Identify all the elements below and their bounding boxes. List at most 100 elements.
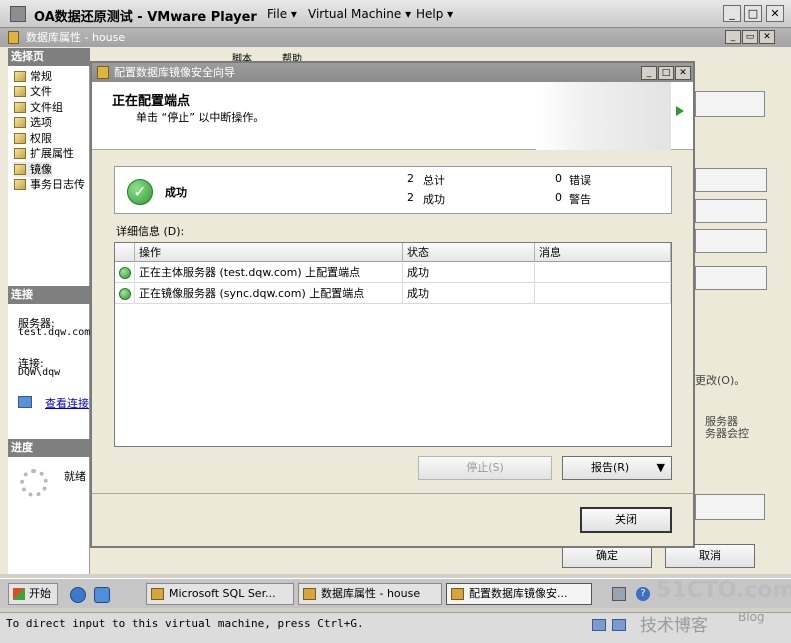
dialog-title-bar: 配置数据库镜像安全向导 xyxy=(92,63,693,82)
column-status[interactable]: 状态 xyxy=(403,243,535,262)
column-message[interactable]: 消息 xyxy=(535,243,671,262)
success-check-icon: ✓ xyxy=(127,179,153,205)
grid-icon-header xyxy=(115,243,135,262)
taskbar-item-db-properties[interactable]: 数据库属性 - house xyxy=(298,583,442,605)
properties-title-bar: 数据库属性 - house xyxy=(0,28,791,47)
error-label: 错误 xyxy=(569,174,591,187)
props-minimize-icon[interactable]: _ xyxy=(725,30,741,44)
right-text-1: 更改(O)。 xyxy=(695,374,746,387)
maximize-icon[interactable]: □ xyxy=(744,5,762,22)
row-status: 成功 xyxy=(403,284,535,304)
details-label: 详细信息 (D): xyxy=(116,225,185,238)
column-action[interactable]: 操作 xyxy=(135,243,403,262)
watermark-site: 51CTO.com xyxy=(656,578,791,603)
nav-item-log-shipping[interactable]: 事务日志传 xyxy=(14,177,90,192)
right-button-6[interactable] xyxy=(695,494,765,520)
vmware-window-title: OA数据还原测试 - VMware Player xyxy=(34,10,257,25)
close-icon[interactable]: ✕ xyxy=(766,5,784,22)
dialog-subheading: 单击 “停止” 以中断操作。 xyxy=(136,111,265,124)
page-icon xyxy=(14,164,26,175)
row-action: 正在镜像服务器 (sync.dqw.com) 上配置端点 xyxy=(135,284,403,304)
explorer-icon[interactable] xyxy=(94,587,110,603)
table-row[interactable]: 正在主体服务器 (test.dqw.com) 上配置端点 成功 xyxy=(115,263,671,283)
report-button[interactable]: 报告(R) ▼ xyxy=(562,456,672,480)
status-text: To direct input to this virtual machine,… xyxy=(6,617,364,630)
watermark-blog: Blog xyxy=(738,610,765,624)
row-message xyxy=(535,263,671,283)
progress-header: 进度 xyxy=(8,439,90,457)
menu-help[interactable]: Help ▾ xyxy=(416,7,453,21)
taskbar-item-wizard[interactable]: 配置数据库镜像安... xyxy=(446,583,592,605)
details-grid: 操作 状态 消息 正在主体服务器 (test.dqw.com) 上配置端点 成功… xyxy=(114,242,672,447)
ie-icon[interactable] xyxy=(70,587,86,603)
watermark-sub: 技术博客 xyxy=(640,616,708,636)
view-connection-link[interactable]: 查看连接 xyxy=(45,395,89,411)
props-close-icon[interactable]: ✕ xyxy=(759,30,775,44)
page-icon xyxy=(14,133,26,144)
device-icon[interactable] xyxy=(612,619,626,631)
menu-file[interactable]: File ▾ xyxy=(267,7,297,21)
right-button-1[interactable] xyxy=(695,91,765,117)
warning-label: 警告 xyxy=(569,193,591,206)
page-icon xyxy=(14,117,26,128)
nav-item-general[interactable]: 常规 xyxy=(14,69,52,84)
warning-count: 0 xyxy=(555,191,562,204)
nav-item-extended-properties[interactable]: 扩展属性 xyxy=(14,146,74,161)
progress-spinner-icon xyxy=(20,469,48,497)
success-count: 2 xyxy=(407,191,414,204)
tray-help-icon[interactable]: ? xyxy=(636,587,650,601)
error-count: 0 xyxy=(555,172,562,185)
right-text-3: 务器会控 xyxy=(705,427,749,440)
dialog-title: 配置数据库镜像安全向导 xyxy=(114,66,235,79)
nav-item-filegroups[interactable]: 文件组 xyxy=(14,100,63,115)
minimize-icon[interactable]: _ xyxy=(723,5,741,22)
close-button[interactable]: 关闭 xyxy=(580,507,672,533)
server-value: test.dqw.com xyxy=(18,327,91,338)
connection-properties-icon xyxy=(18,396,32,408)
nav-item-files[interactable]: 文件 xyxy=(14,84,52,99)
nav-item-mirroring[interactable]: 镜像 xyxy=(14,162,52,177)
dialog-heading: 正在配置端点 xyxy=(112,94,191,109)
right-button-3[interactable] xyxy=(695,199,767,223)
connection-value: DQW\dqw xyxy=(18,367,61,378)
page-icon xyxy=(14,148,26,159)
row-status: 成功 xyxy=(403,263,535,283)
start-button[interactable]: 开始 xyxy=(8,583,58,605)
dialog-header: 正在配置端点 单击 “停止” 以中断操作。 xyxy=(92,82,693,150)
dialog-minimize-icon[interactable]: _ xyxy=(641,66,657,80)
select-page-header: 选择页 xyxy=(8,48,90,66)
play-arrow-icon xyxy=(676,106,684,116)
right-button-2[interactable] xyxy=(695,168,767,192)
dialog-close-icon[interactable]: ✕ xyxy=(675,66,691,80)
props-restore-icon[interactable]: ▭ xyxy=(742,30,758,44)
page-icon xyxy=(14,179,26,190)
connection-header: 连接 xyxy=(8,286,90,304)
table-row[interactable]: 正在镜像服务器 (sync.dqw.com) 上配置端点 成功 xyxy=(115,284,671,304)
taskbar-item-sql[interactable]: Microsoft SQL Ser... xyxy=(146,583,294,605)
row-message xyxy=(535,284,671,304)
nav-item-permissions[interactable]: 权限 xyxy=(14,131,52,146)
properties-title: 数据库属性 - house xyxy=(26,31,126,44)
chevron-down-icon: ▼ xyxy=(656,461,665,474)
row-action: 正在主体服务器 (test.dqw.com) 上配置端点 xyxy=(135,263,403,283)
nav-item-options[interactable]: 选项 xyxy=(14,115,52,130)
wizard-icon xyxy=(97,66,109,79)
footer-divider xyxy=(92,493,693,494)
right-button-4[interactable] xyxy=(695,229,767,253)
tray-network-icon[interactable] xyxy=(612,587,626,601)
menu-virtual-machine[interactable]: Virtual Machine ▾ xyxy=(308,7,411,21)
success-label: 成功 xyxy=(423,193,445,206)
total-count: 2 xyxy=(407,172,414,185)
page-icon xyxy=(14,102,26,113)
page-icon xyxy=(14,71,26,82)
header-decoration xyxy=(536,82,671,150)
device-icon[interactable] xyxy=(592,619,606,631)
summary-status: 成功 xyxy=(165,186,187,199)
database-icon xyxy=(8,31,19,44)
dialog-maximize-icon[interactable]: □ xyxy=(658,66,674,80)
vmware-title-bar: OA数据还原测试 - VMware Player File ▾ Virtual … xyxy=(0,0,791,28)
progress-status: 就绪 xyxy=(64,470,86,483)
stop-button[interactable]: 停止(S) xyxy=(418,456,552,480)
right-button-5[interactable] xyxy=(695,266,767,290)
vmware-logo-icon xyxy=(10,6,26,22)
